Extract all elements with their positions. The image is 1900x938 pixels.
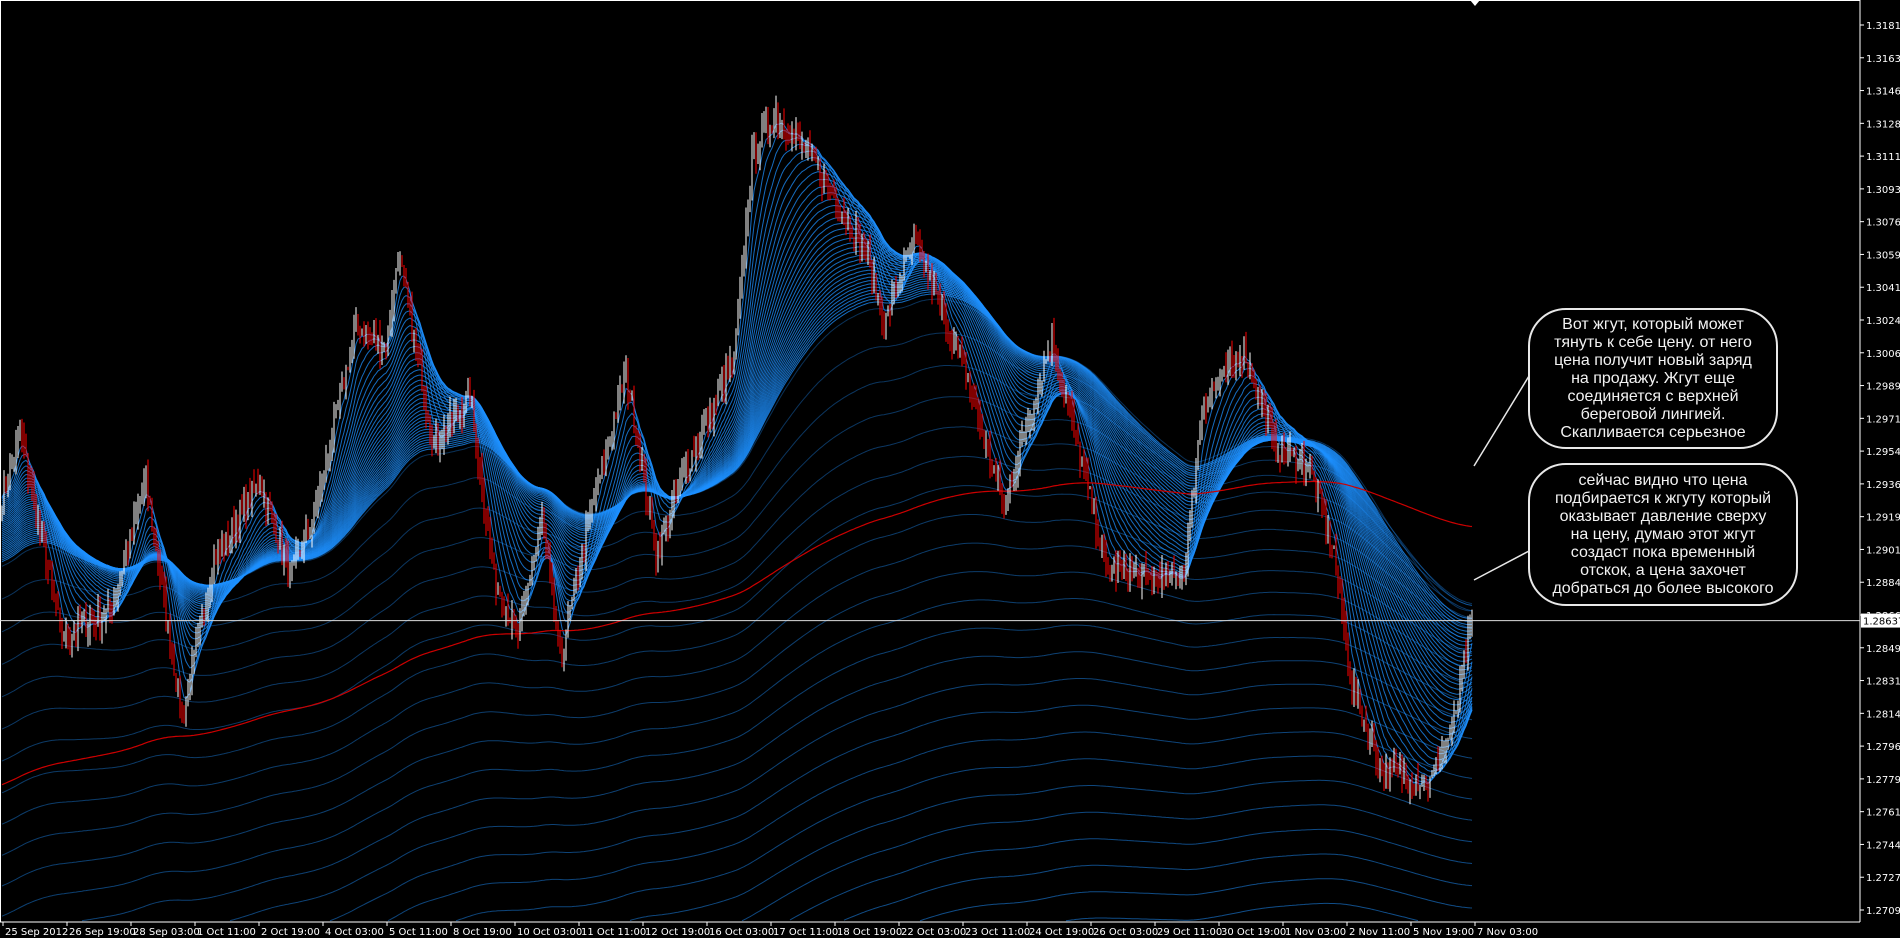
callout-annotation-1[interactable]: Вот жгут, который может тянуть к себе цен…: [1528, 308, 1778, 449]
ma-fan-line: [1065, 902, 1419, 922]
price-tick-label: 1.27270: [1866, 873, 1900, 884]
price-tick-label: 1.30415: [1866, 283, 1900, 294]
time-tick-label: 16 Oct 03:00: [709, 927, 774, 938]
callout-line: оказывает давление сверху: [1559, 507, 1767, 525]
time-tick-label: 11 Oct 11:00: [581, 927, 646, 938]
callout-pointer-1: [1473, 375, 1530, 467]
time-tick-label: 5 Oct 11:00: [389, 927, 448, 938]
price-tick-label: 1.29540: [1866, 447, 1900, 458]
time-tick-label: 26 Sep 19:00: [69, 927, 136, 938]
time-tick-label: 30 Oct 19:00: [1221, 927, 1286, 938]
current-price-label: 1.28637: [1863, 617, 1900, 628]
time-tick-label: 26 Oct 03:00: [1093, 927, 1158, 938]
callout-annotation-2[interactable]: сейчас видно что цена подбирается к жгуту…: [1528, 463, 1798, 606]
time-tick-label: 17 Oct 11:00: [773, 927, 838, 938]
callout-line: подбирается к жгуту который: [1554, 489, 1772, 507]
price-tick-label: 1.28140: [1866, 709, 1900, 720]
ma-fan-line: [1, 485, 1473, 762]
callout-line: цена получит новый заряд: [1554, 351, 1752, 369]
ma-fan-line: [789, 828, 1473, 921]
time-tick-label: 12 Oct 19:00: [645, 927, 710, 938]
time-tick-label: 23 Oct 11:00: [965, 927, 1030, 938]
time-tick-label: 24 Oct 19:00: [1029, 927, 1094, 938]
time-tick-label: 22 Oct 03:00: [901, 927, 966, 938]
price-tick-label: 1.29190: [1866, 513, 1900, 524]
callout-line: береговой лингией.: [1580, 405, 1726, 423]
price-tick-label: 1.27615: [1866, 808, 1900, 819]
ma-fan-line: [629, 779, 1473, 921]
time-tick-label: 8 Oct 19:00: [453, 927, 512, 938]
price-tick-label: 1.30760: [1866, 218, 1900, 229]
time-tick-label: 25 Sep 2012: [5, 927, 68, 938]
price-tick-label: 1.31460: [1866, 87, 1900, 98]
price-tick-label: 1.28315: [1866, 677, 1900, 688]
callout-line: отскок, а цена захочет: [1580, 561, 1746, 579]
time-tick-label: 29 Oct 11:00: [1157, 927, 1222, 938]
time-tick-label: 1 Oct 11:00: [197, 927, 256, 938]
ma-fan-line: [1, 571, 1473, 856]
price-tick-label: 1.28490: [1866, 644, 1900, 655]
ma-ribbon: [1, 122, 1473, 922]
price-tick-label: 1.30065: [1866, 349, 1900, 360]
price-tick-label: 1.28840: [1866, 578, 1900, 589]
callout-line: создаст пока временный: [1570, 543, 1756, 561]
time-tick-label: 2 Nov 11:00: [1349, 927, 1410, 938]
price-tick-label: 1.30240: [1866, 316, 1900, 327]
time-tick-label: 4 Oct 03:00: [325, 927, 384, 938]
time-tick-label: 28 Sep 03:00: [133, 927, 200, 938]
price-tick-label: 1.30590: [1866, 250, 1900, 261]
price-tick-label: 1.31110: [1866, 152, 1900, 163]
price-tick-label: 1.29890: [1866, 382, 1900, 393]
callout-line: тянуть к себе цену. от него: [1554, 333, 1752, 351]
ma-fan-line: [1, 624, 1473, 917]
price-tick-label: 1.27790: [1866, 775, 1900, 786]
ma-fan-line: [81, 651, 1473, 922]
time-tick-label: 5 Nov 19:00: [1413, 927, 1474, 938]
price-tick-label: 1.29715: [1866, 414, 1900, 425]
callout-line: на продажу. Жгут еще: [1571, 369, 1735, 387]
price-tick-label: 1.31635: [1866, 54, 1900, 65]
ma-fan-line: [387, 731, 1473, 922]
slow-ma-line: [1, 480, 1473, 786]
price-tick-label: 1.29365: [1866, 480, 1900, 491]
time-tick-label: 7 Nov 03:00: [1477, 927, 1538, 938]
callout-line: сейчас видно что цена: [1578, 471, 1748, 489]
callout-line: Вот жгут, который может: [1562, 315, 1744, 333]
ma-fan-line: [229, 678, 1473, 922]
price-tick-label: 1.29015: [1866, 545, 1900, 556]
ma-fan-line: [741, 804, 1473, 922]
time-tick-label: 10 Oct 03:00: [517, 927, 582, 938]
price-tick-label: 1.31810: [1866, 21, 1900, 32]
price-tick-label: 1.30935: [1866, 185, 1900, 196]
price-tick-label: 1.27095: [1866, 906, 1900, 917]
time-tick-label: 1 Nov 03:00: [1285, 927, 1346, 938]
price-tick-label: 1.31285: [1866, 119, 1900, 130]
ma-fan-line: [919, 878, 1473, 922]
chart-shift-marker[interactable]: [1470, 0, 1480, 6]
time-tick-label: 2 Oct 19:00: [261, 927, 320, 938]
callout-pointer-2: [1473, 550, 1530, 581]
callout-line: соединяется с верхней: [1567, 387, 1739, 405]
price-tick-label: 1.27965: [1866, 742, 1900, 753]
callout-line: добраться до более высокого: [1552, 579, 1774, 597]
ma-fan-line: [329, 704, 1473, 922]
price-tick-label: 1.27445: [1866, 840, 1900, 851]
callout-line: Скапливается серьезное: [1560, 423, 1746, 441]
time-tick-label: 18 Oct 19:00: [837, 927, 902, 938]
callout-line: на цену, думаю этот жгут: [1570, 525, 1756, 543]
